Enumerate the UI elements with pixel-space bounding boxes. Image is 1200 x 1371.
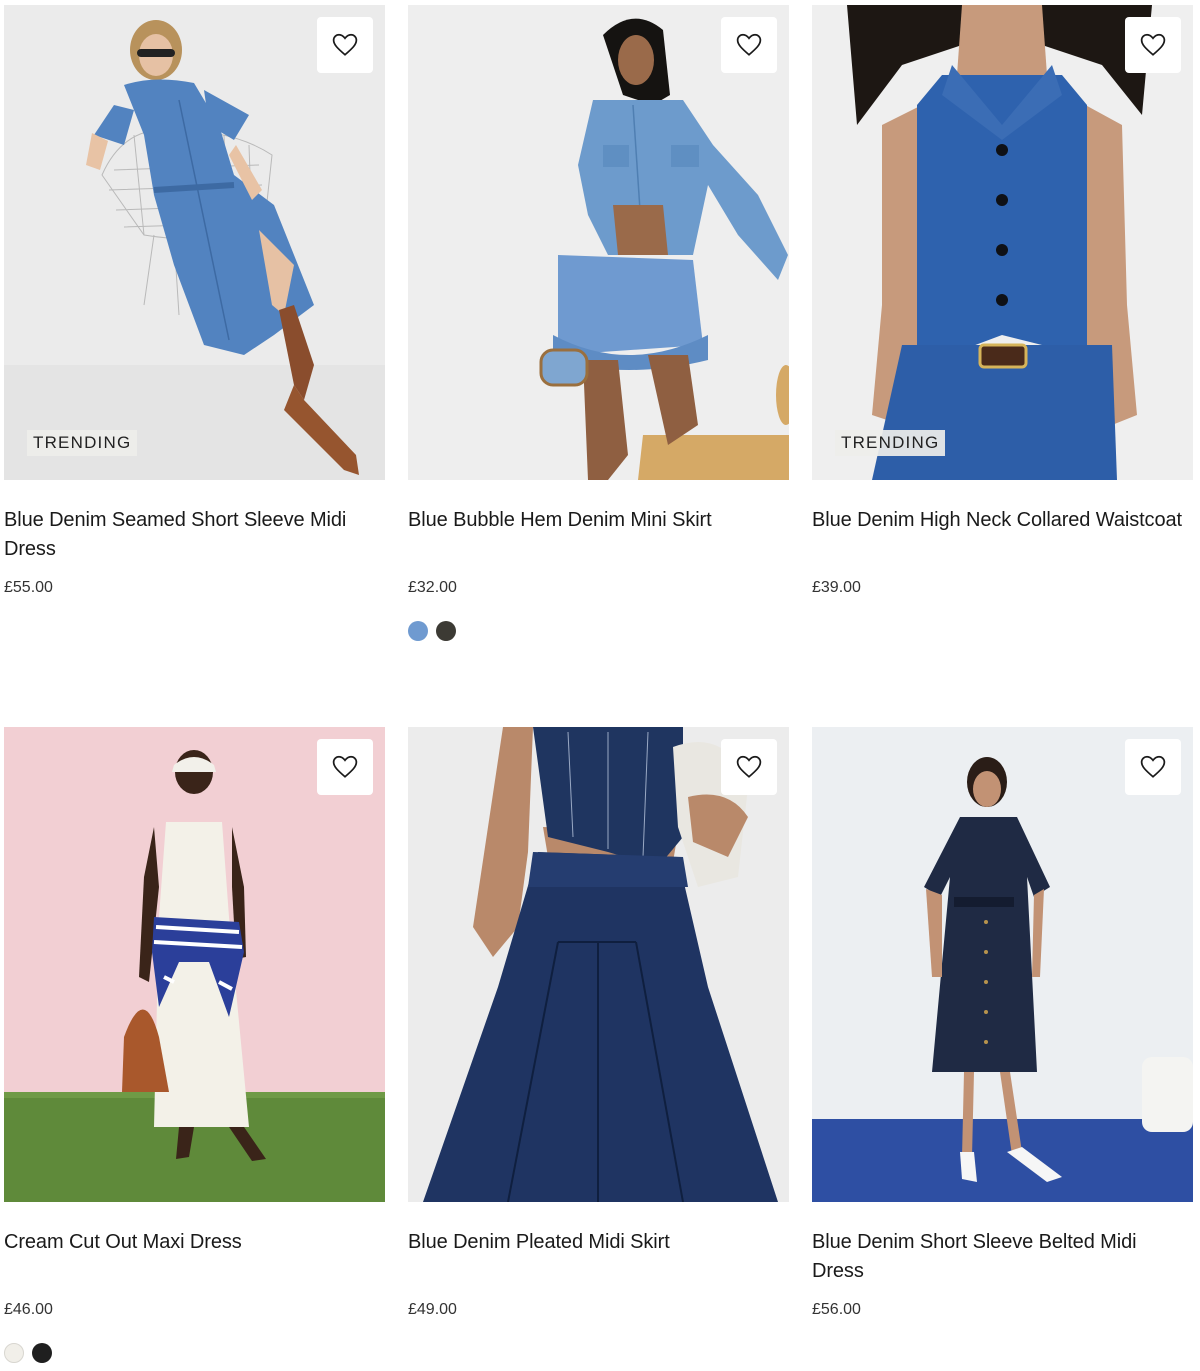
heart-outline-icon — [1140, 755, 1166, 778]
product-image[interactable] — [408, 727, 789, 1202]
product-name[interactable]: Blue Bubble Hem Denim Mini Skirt — [408, 506, 789, 564]
trending-badge: TRENDING — [835, 430, 946, 456]
wishlist-button[interactable] — [1125, 739, 1181, 795]
heart-outline-icon — [736, 755, 762, 778]
colour-swatch-cream[interactable] — [4, 1343, 24, 1363]
product-price: £39.00 — [812, 579, 861, 596]
product-price: £49.00 — [408, 1301, 457, 1318]
product-photo-pleated-midi-skirt — [408, 727, 789, 1202]
wishlist-button[interactable] — [317, 17, 373, 73]
product-card[interactable]: Cream Cut Out Maxi Dress £46.00 — [4, 727, 385, 1363]
product-photo-denim-shirt-dress — [4, 5, 385, 480]
heart-outline-icon — [332, 33, 358, 56]
colour-swatch-black[interactable] — [32, 1343, 52, 1363]
product-photo-belted-denim-dress — [812, 727, 1193, 1202]
colour-swatches — [4, 1343, 385, 1363]
heart-outline-icon — [1140, 33, 1166, 56]
product-name[interactable]: Blue Denim High Neck Collared Waistcoat — [812, 506, 1193, 564]
product-name[interactable]: Blue Denim Seamed Short Sleeve Midi Dres… — [4, 506, 385, 564]
heart-outline-icon — [736, 33, 762, 56]
product-card[interactable]: TRENDING Blue Denim Seamed Short Sleeve … — [4, 5, 385, 597]
product-name[interactable]: Blue Denim Pleated Midi Skirt — [408, 1228, 789, 1286]
wishlist-button[interactable] — [721, 17, 777, 73]
product-card[interactable]: Blue Denim Pleated Midi Skirt £49.00 — [408, 727, 789, 1319]
colour-swatches — [408, 621, 789, 641]
trending-badge: TRENDING — [27, 430, 138, 456]
heart-outline-icon — [332, 755, 358, 778]
product-photo-denim-mini-skirt — [408, 5, 789, 480]
product-photo-denim-waistcoat — [812, 5, 1193, 480]
colour-swatch-dark[interactable] — [436, 621, 456, 641]
product-price: £32.00 — [408, 579, 457, 596]
product-price: £55.00 — [4, 579, 53, 596]
product-photo-cream-maxi-dress — [4, 727, 385, 1202]
wishlist-button[interactable] — [1125, 17, 1181, 73]
product-card[interactable]: TRENDING Blue Denim High Neck Collared W… — [812, 5, 1193, 597]
product-name[interactable]: Blue Denim Short Sleeve Belted Midi Dres… — [812, 1228, 1193, 1286]
product-image[interactable]: TRENDING — [4, 5, 385, 480]
colour-swatch-blue[interactable] — [408, 621, 428, 641]
product-price: £56.00 — [812, 1301, 861, 1318]
product-card[interactable]: Blue Denim Short Sleeve Belted Midi Dres… — [812, 727, 1193, 1319]
product-image[interactable] — [4, 727, 385, 1202]
wishlist-button[interactable] — [317, 739, 373, 795]
product-image[interactable]: TRENDING — [812, 5, 1193, 480]
product-image[interactable] — [408, 5, 789, 480]
product-name[interactable]: Cream Cut Out Maxi Dress — [4, 1228, 385, 1286]
product-card[interactable]: Blue Bubble Hem Denim Mini Skirt £32.00 — [408, 5, 789, 641]
wishlist-button[interactable] — [721, 739, 777, 795]
product-image[interactable] — [812, 727, 1193, 1202]
product-price: £46.00 — [4, 1301, 53, 1318]
